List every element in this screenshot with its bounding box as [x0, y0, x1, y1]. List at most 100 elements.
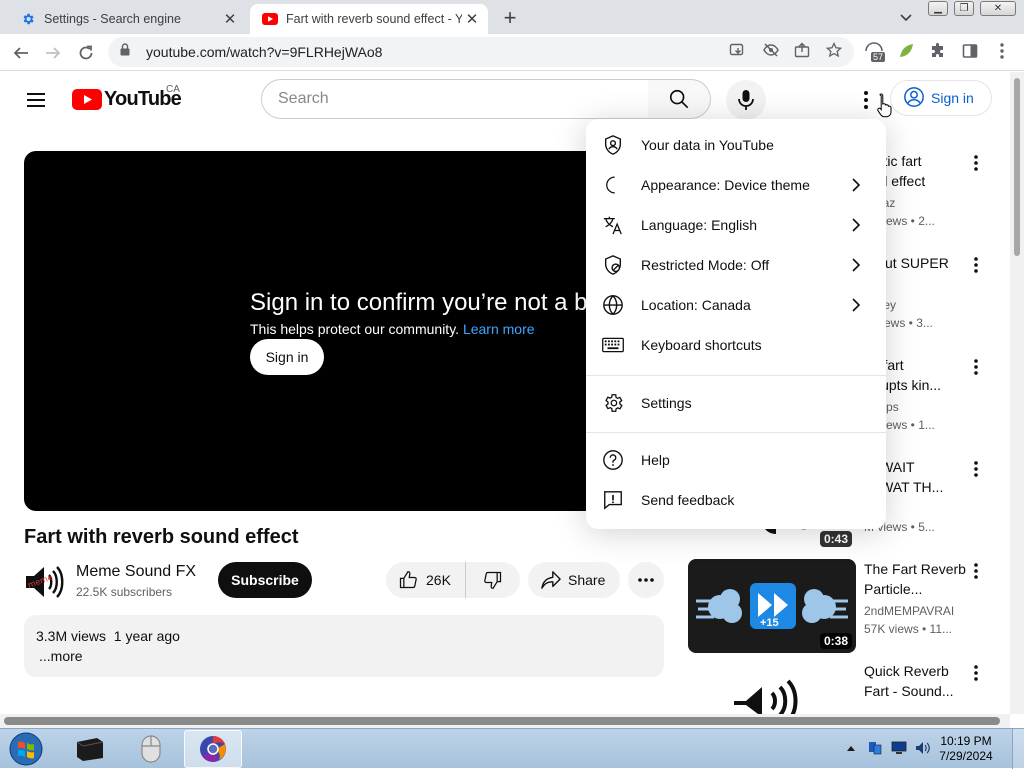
restore-button[interactable]: ❐ [954, 1, 974, 16]
clock-time: 10:19 PM [940, 734, 992, 748]
close-window-button[interactable]: ✕ [980, 1, 1016, 16]
horizontal-scrollbar[interactable] [0, 714, 1010, 728]
lock-icon[interactable] [120, 43, 134, 61]
menu-item-label: Appearance: Device theme [641, 177, 810, 193]
like-button[interactable]: 26K [386, 562, 466, 598]
menu-item-label: Language: English [641, 217, 757, 233]
channel-avatar[interactable]: meme [24, 562, 64, 602]
sign-in-button[interactable]: Sign in [890, 80, 992, 116]
forward-button[interactable] [40, 40, 66, 66]
close-tab-icon[interactable]: ✕ [462, 9, 482, 29]
dislike-button[interactable] [466, 562, 520, 598]
display-tray-icon[interactable] [890, 739, 908, 757]
feedback-icon [601, 488, 625, 512]
scrollbar-thumb[interactable] [4, 717, 1000, 725]
duration-badge: 0:38 [819, 633, 852, 649]
reload-button[interactable] [73, 40, 99, 66]
youtube-logo[interactable]: YouTube [72, 86, 182, 112]
settings-dropdown-menu: Your data in YouTube Appearance: Device … [586, 119, 886, 529]
taskbar-terminal-app[interactable] [60, 730, 118, 768]
scrollbar-thumb[interactable] [1014, 78, 1020, 256]
rec-channel: 2ndMEMPAVRAI [864, 604, 955, 618]
tab-settings[interactable]: Settings - Search engine ✕ [8, 4, 246, 34]
menu-item-appearance[interactable]: Appearance: Device theme [586, 165, 886, 205]
voice-search-button[interactable] [726, 80, 766, 120]
search-input[interactable] [278, 90, 618, 108]
start-button[interactable] [6, 730, 46, 768]
rec-thumbnail[interactable] [688, 661, 856, 714]
system-clock[interactable]: 10:19 PM 7/29/2024 [930, 734, 1002, 764]
menu-item-settings[interactable]: Settings [586, 383, 886, 423]
clock-date: 7/29/2024 [939, 749, 993, 763]
settings-menu-button[interactable] [854, 88, 878, 112]
rec-thumbnail[interactable]: +15 0:38 [688, 559, 856, 653]
account-data-icon [601, 133, 625, 157]
vertical-scrollbar[interactable] [1010, 72, 1024, 714]
close-tab-icon[interactable]: ✕ [220, 9, 240, 29]
show-hidden-icons-button[interactable] [846, 739, 856, 757]
menu-item-your-data[interactable]: Your data in YouTube [586, 125, 886, 165]
skip-forward-label: +15 [760, 617, 779, 629]
share-page-icon[interactable] [793, 41, 811, 59]
rec-more-icon[interactable] [968, 355, 984, 379]
browser-menu-icon[interactable] [992, 41, 1012, 61]
menu-item-label: Keyboard shortcuts [641, 337, 762, 353]
menu-item-language[interactable]: Language: English [586, 205, 886, 245]
taskbar-browser-app[interactable] [184, 730, 242, 768]
rec-more-icon[interactable] [968, 559, 984, 583]
install-app-icon[interactable] [728, 41, 746, 59]
tab-youtube[interactable]: Fart with reverb sound effect - Yo ✕ [250, 4, 488, 34]
rec-more-icon[interactable] [968, 151, 984, 175]
minimize-button[interactable]: ▁ [928, 1, 948, 16]
subscribe-button[interactable]: Subscribe [218, 562, 312, 598]
learn-more-link[interactable]: Learn more [463, 321, 535, 337]
gear-icon [601, 391, 625, 415]
like-count: 26K [426, 572, 451, 588]
tracking-blocked-icon[interactable] [762, 41, 780, 59]
youtube-play-icon [72, 88, 102, 110]
menu-item-restricted-mode[interactable]: Restricted Mode: Off [586, 245, 886, 285]
account-circle-icon [903, 86, 925, 111]
video-player[interactable]: Sign in to confirm you’re not a bot This… [24, 151, 664, 511]
rec-title[interactable]: The Fart Reverb Particle... [864, 559, 968, 599]
description-box[interactable]: 3.3M views 1 year ago ...more [24, 615, 664, 677]
more-actions-button[interactable] [628, 562, 664, 598]
side-panel-icon[interactable] [960, 41, 980, 61]
menu-item-label: Location: Canada [641, 297, 751, 313]
menu-item-keyboard-shortcuts[interactable]: Keyboard shortcuts [586, 325, 886, 365]
browser-toolbar: youtube.com/watch?v=9FLRHejWAo8 57 [0, 34, 1024, 71]
menu-item-help[interactable]: Help [586, 440, 886, 480]
chevron-right-icon [844, 213, 868, 237]
search-icon [669, 89, 689, 109]
country-code: CA [166, 84, 180, 95]
show-desktop-button[interactable] [1012, 729, 1024, 769]
leaf-extension-icon[interactable] [896, 41, 916, 61]
player-sign-in-button[interactable]: Sign in [250, 339, 324, 375]
bot-check-message: This helps protect our community. [250, 321, 460, 337]
bookmark-star-icon[interactable] [825, 41, 843, 59]
show-more-link[interactable]: ...more [39, 648, 83, 664]
taskbar-mouse-app[interactable] [122, 730, 180, 768]
rec-more-icon[interactable] [968, 661, 984, 685]
rec-title[interactable]: Quick Reverb Fart - Sound... [864, 661, 968, 701]
menu-item-location[interactable]: Location: Canada [586, 285, 886, 325]
chevron-down-icon[interactable] [896, 8, 916, 28]
hamburger-menu-icon[interactable] [24, 88, 48, 112]
new-tab-button[interactable]: + [498, 5, 522, 30]
chevron-right-icon [844, 173, 868, 197]
search-button[interactable] [648, 79, 711, 119]
windows-taskbar: 10:19 PM 7/29/2024 [0, 728, 1024, 769]
views-and-date: 3.3M views 1 year ago [36, 628, 180, 644]
puzzle-extensions-icon[interactable] [928, 41, 948, 61]
channel-name[interactable]: Meme Sound FX [76, 563, 196, 581]
menu-item-send-feedback[interactable]: Send feedback [586, 480, 886, 520]
network-tray-icon[interactable] [866, 739, 884, 757]
bot-check-heading: Sign in to confirm you’re not a bot [250, 289, 608, 316]
rec-more-icon[interactable] [968, 253, 984, 277]
back-button[interactable] [8, 40, 34, 66]
rec-more-icon[interactable] [968, 457, 984, 481]
share-button[interactable]: Share [528, 562, 620, 598]
bot-check-subtext: This helps protect our community. Learn … [250, 321, 535, 337]
extension-badge-icon[interactable]: 57 [864, 41, 886, 62]
search-box[interactable] [261, 79, 649, 119]
